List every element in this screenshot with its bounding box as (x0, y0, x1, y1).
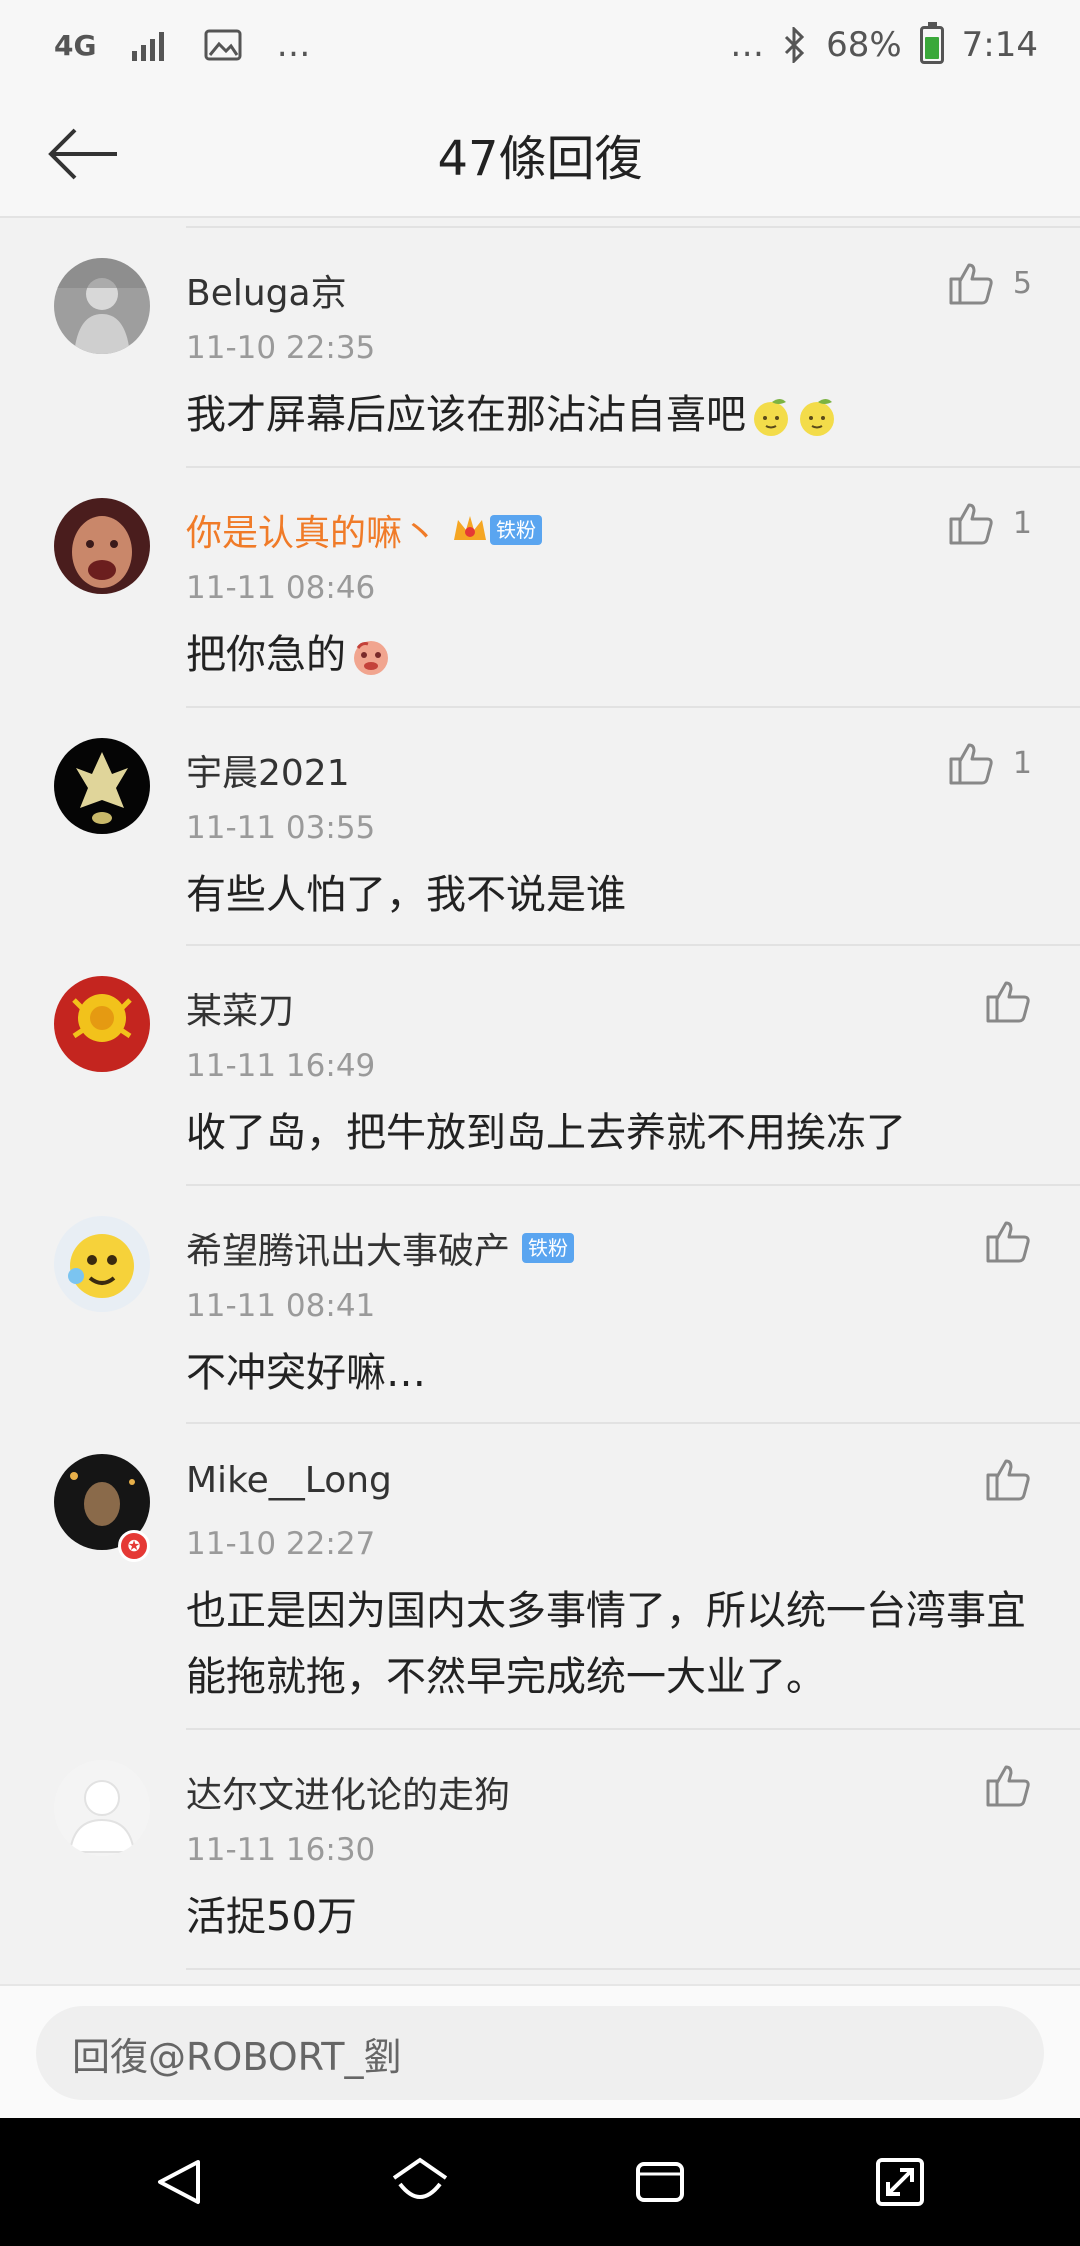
like-button[interactable] (984, 966, 1032, 1036)
network-type: 4G (54, 28, 97, 62)
timestamp: 11-10 22:27 (186, 1526, 376, 1562)
more-status-icon-right: … (730, 25, 765, 65)
reply-input[interactable]: 回復@ROBORT_劉 (36, 2006, 1044, 2100)
comment-item[interactable]: ✪ Mike__Long 11-10 22:27 也正是因为国内太多事情了，所以… (0, 1424, 1080, 1730)
image-icon (204, 29, 242, 61)
home-icon (392, 2157, 448, 2199)
comment-text: 我才屏幕后应该在那沾沾自喜吧 (186, 382, 1036, 448)
lemon-face-emoji-icon (754, 399, 788, 436)
username[interactable]: 某菜刀 (186, 982, 294, 1034)
reply-bar: 回復@ROBORT_劉 (0, 1984, 1080, 2118)
timestamp: 11-11 03:55 (186, 810, 376, 846)
thumbs-up-icon (949, 743, 993, 785)
comment-text: 有些人怕了，我不说是谁 (186, 872, 626, 918)
comment-item[interactable]: 达尔文进化论的走狗 11-11 16:30 活捉50万 (0, 1730, 1080, 1970)
status-bar: 4G … … 68% 7:14 (0, 0, 1080, 90)
avatar[interactable] (54, 498, 150, 594)
system-nav-bar (0, 2118, 1080, 2246)
avatar[interactable] (54, 1216, 150, 1312)
avatar[interactable] (54, 738, 150, 834)
avatar[interactable] (54, 258, 150, 354)
comment-text: 也正是因为国内太多事情了，所以统一台湾事宜能拖就拖，不然早完成统一大业了。 (186, 1588, 1026, 1700)
timestamp: 11-11 08:46 (186, 570, 376, 606)
comment-text: 不冲突好嘛… (186, 1350, 426, 1396)
lemon-face-emoji-icon (800, 399, 834, 436)
triangle-back-icon (158, 2160, 200, 2204)
battery-percent: 68% (826, 25, 902, 65)
comment-item[interactable]: 某菜刀 11-11 16:49 收了岛，把牛放到岛上去养就不用挨冻了 (0, 946, 1080, 1186)
like-count: 1 (1012, 505, 1032, 541)
like-button[interactable] (984, 1206, 1032, 1276)
more-status-icon: … (276, 25, 311, 65)
username[interactable]: 达尔文进化论的走狗 (186, 1766, 510, 1818)
timestamp: 11-10 22:35 (186, 330, 376, 366)
thumbs-up-icon (986, 1459, 1030, 1501)
like-count: 5 (1012, 265, 1032, 301)
thumbs-up-icon (949, 263, 993, 305)
nav-recents-button[interactable] (620, 2142, 700, 2222)
avatar[interactable] (54, 1760, 150, 1856)
avatar[interactable] (54, 976, 150, 1072)
expand-icon (876, 2158, 924, 2206)
comment-text: 收了岛，把牛放到岛上去养就不用挨冻了 (186, 1110, 906, 1156)
crown-icon (454, 516, 487, 540)
username[interactable]: 宇晨2021 (186, 744, 350, 796)
bluetooth-icon (782, 27, 808, 63)
verified-badge-icon: ✪ (118, 1530, 150, 1562)
like-button[interactable] (984, 1750, 1032, 1820)
timestamp: 11-11 16:30 (186, 1832, 376, 1868)
reply-placeholder: 回復@ROBORT_劉 (72, 2034, 402, 2079)
thumbs-up-icon (986, 981, 1030, 1023)
comment-text: 活捉50万 (186, 1894, 357, 1940)
signal-icon (130, 29, 170, 61)
nav-home-button[interactable] (380, 2142, 460, 2222)
like-button[interactable]: 1 (947, 488, 1032, 558)
recents-icon (636, 2162, 684, 2202)
like-button[interactable] (984, 1444, 1032, 1514)
page-title: 47條回復 (437, 131, 643, 187)
timestamp: 11-11 16:49 (186, 1048, 376, 1084)
username[interactable]: 希望腾讯出大事破产 铁粉 (186, 1222, 575, 1274)
comment-text: 把你急的 (186, 622, 1036, 688)
clock: 7:14 (961, 25, 1038, 65)
username[interactable]: Beluga京 (186, 264, 347, 316)
like-button[interactable]: 1 (947, 728, 1032, 798)
timestamp: 11-11 08:41 (186, 1288, 376, 1324)
comment-item[interactable]: 你是认真的嘛丶 铁粉 11-11 08:46 把你急的 1 (0, 468, 1080, 708)
comment-item[interactable]: 宇晨2021 11-11 03:55 有些人怕了，我不说是谁 1 (0, 708, 1080, 946)
thumbs-up-icon (949, 503, 993, 545)
username[interactable]: 你是认真的嘛丶 铁粉 (186, 504, 543, 556)
divider (186, 1968, 1080, 1970)
comment-item[interactable]: 希望腾讯出大事破产 铁粉 11-11 08:41 不冲突好嘛… (0, 1186, 1080, 1424)
fan-badge: 铁粉 (522, 1233, 575, 1263)
header: 47條回復 (0, 90, 1080, 218)
like-button[interactable]: 5 (947, 248, 1032, 318)
username[interactable]: Mike__Long (186, 1460, 392, 1501)
comment-item[interactable]: Beluga京 11-10 22:35 我才屏幕后应该在那沾沾自喜吧 5 (0, 220, 1080, 468)
fan-badge: 铁粉 (490, 515, 543, 545)
battery-icon (919, 22, 944, 64)
thumbs-up-icon (986, 1765, 1030, 1807)
crying-face-emoji-icon (354, 641, 388, 675)
nav-expand-button[interactable] (860, 2142, 940, 2222)
comment-list: Beluga京 11-10 22:35 我才屏幕后应该在那沾沾自喜吧 5 你是认… (0, 220, 1080, 1984)
nav-back-button[interactable] (140, 2142, 220, 2222)
thumbs-up-icon (986, 1221, 1030, 1263)
like-count: 1 (1012, 745, 1032, 781)
